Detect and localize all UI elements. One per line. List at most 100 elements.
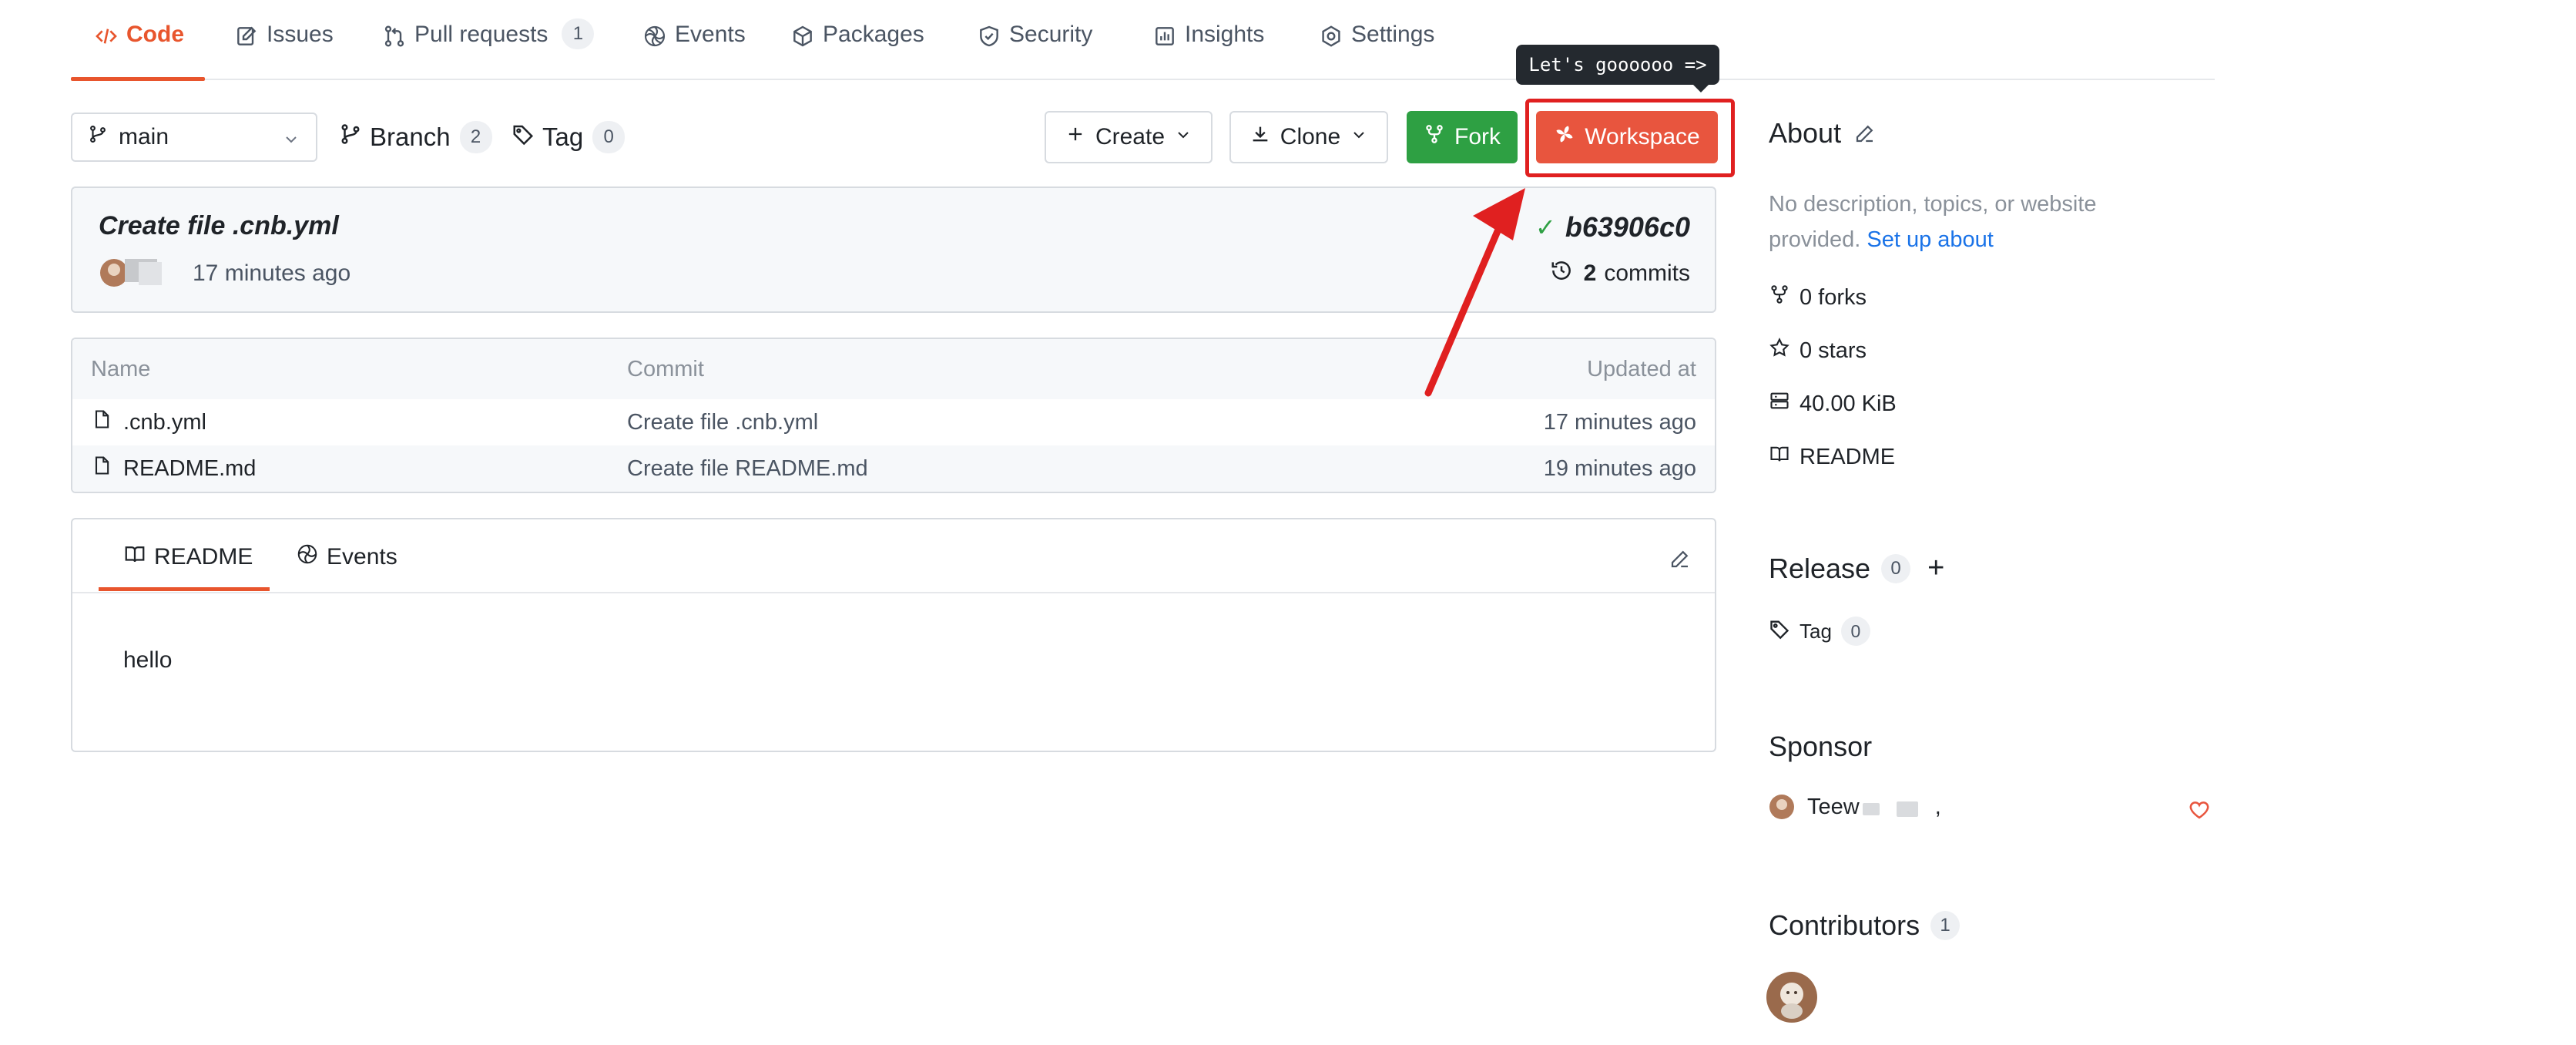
branch-icon	[88, 124, 119, 150]
commit-author-avatars[interactable]	[97, 254, 171, 288]
branch-label: Branch	[370, 123, 451, 151]
stars-count: 0 stars	[1800, 338, 1867, 363]
release-tag-link[interactable]: Tag 0	[1769, 617, 1870, 646]
contributor-avatar[interactable]	[1766, 971, 1818, 1023]
fork-label: Fork	[1454, 124, 1501, 150]
about-description: No description, topics, or website provi…	[1769, 186, 2169, 257]
book-icon	[123, 543, 154, 572]
events-icon	[296, 543, 327, 572]
tag-icon	[1769, 618, 1800, 645]
file-name-cell[interactable]: .cnb.yml	[91, 399, 206, 445]
tab-readme-label: README	[154, 544, 253, 570]
file-commit-message[interactable]: Create file .cnb.yml	[627, 399, 818, 445]
star-icon	[1769, 337, 1800, 365]
readme-link[interactable]: README	[1769, 443, 1895, 471]
file-icon	[91, 408, 123, 436]
plus-icon	[1065, 123, 1095, 151]
readme-tabs: README Events	[72, 519, 1715, 593]
shield-icon	[977, 24, 1001, 49]
sponsor-title: Sponsor	[1769, 731, 1873, 762]
branch-link[interactable]: Branch 2	[339, 117, 492, 157]
fork-button[interactable]: Fork	[1407, 111, 1518, 163]
storage-icon	[1769, 390, 1800, 418]
column-name: Name	[91, 356, 151, 381]
events-icon	[642, 24, 667, 49]
code-icon	[94, 24, 119, 49]
contributors-heading: Contributors 1	[1769, 909, 1961, 942]
tab-packages[interactable]: Packages	[790, 22, 924, 80]
tab-label: Pull requests	[414, 22, 548, 47]
about-title: About	[1769, 117, 1842, 149]
tab-insights[interactable]: Insights	[1152, 22, 1264, 80]
column-updated: Updated at	[1587, 356, 1696, 381]
commit-message[interactable]: Create file .cnb.yml	[99, 211, 339, 241]
insights-icon	[1152, 24, 1177, 49]
release-heading: Release 0 +	[1769, 552, 1944, 585]
release-count: 0	[1881, 553, 1911, 583]
release-title: Release	[1769, 552, 1871, 584]
add-release-icon[interactable]: +	[1927, 552, 1944, 585]
active-tab-underline	[99, 587, 270, 591]
table-row[interactable]: README.md Create file README.md 19 minut…	[72, 445, 1715, 492]
tag-link[interactable]: Tag 0	[512, 117, 626, 157]
setup-about-link[interactable]: Set up about	[1867, 227, 1993, 252]
download-icon	[1249, 123, 1280, 151]
file-name-cell[interactable]: README.md	[91, 445, 256, 492]
sponsor-suffix: ,	[1934, 794, 1941, 819]
tab-events[interactable]: Events	[642, 22, 746, 80]
chevron-down-icon	[1165, 124, 1192, 150]
clone-button[interactable]: Clone	[1229, 111, 1388, 163]
release-tag-label: Tag	[1800, 619, 1832, 643]
tag-label: Tag	[542, 123, 584, 151]
avatar	[1769, 794, 1795, 820]
create-label: Create	[1095, 124, 1166, 150]
edit-about-icon[interactable]	[1853, 122, 1877, 145]
package-icon	[790, 24, 815, 49]
commit-hash: b63906c0	[1565, 211, 1690, 243]
tab-readme[interactable]: README	[123, 543, 253, 572]
column-commit: Commit	[627, 356, 704, 381]
pull-request-count: 1	[562, 18, 595, 49]
branch-icon	[339, 123, 370, 152]
readme-content: hello	[123, 647, 173, 673]
tab-issues[interactable]: Issues	[234, 22, 334, 80]
commit-count: 2	[1583, 260, 1597, 286]
edit-readme-icon[interactable]	[1669, 547, 1692, 574]
fork-icon	[1769, 284, 1800, 311]
contributors-count: 1	[1930, 911, 1961, 940]
tag-icon	[512, 123, 542, 152]
repo-tab-nav: Code Issues Pull requests 1 Events Packa…	[71, 0, 2215, 81]
clone-label: Clone	[1280, 124, 1341, 150]
stars-stat[interactable]: 0 stars	[1769, 337, 1867, 365]
fork-icon	[1424, 123, 1454, 151]
tag-count: 0	[592, 121, 626, 153]
chevron-down-icon	[1340, 124, 1368, 150]
sponsor-item[interactable]: Teew ,	[1769, 794, 1941, 820]
tab-settings[interactable]: Settings	[1319, 22, 1434, 80]
tab-security[interactable]: Security	[977, 22, 1092, 80]
branch-selector[interactable]: main	[71, 113, 317, 162]
file-commit-message[interactable]: Create file README.md	[627, 445, 868, 492]
workspace-tooltip: Let's goooooo =>	[1516, 45, 1719, 85]
tab-pull-requests[interactable]: Pull requests 1	[382, 18, 595, 80]
tab-label: Packages	[823, 22, 924, 47]
about-heading: About	[1769, 117, 1877, 150]
tab-label: Security	[1009, 22, 1093, 47]
pull-request-icon	[382, 24, 407, 49]
branch-count: 2	[459, 121, 492, 153]
annotation-arrow	[1424, 188, 1525, 397]
create-button[interactable]: Create	[1045, 111, 1213, 163]
redacted-text	[1896, 801, 1918, 817]
readme-panel: README Events hello	[71, 518, 1716, 752]
issue-icon	[234, 24, 259, 49]
contributors-title: Contributors	[1769, 909, 1920, 941]
heart-icon[interactable]	[2188, 798, 2211, 825]
tab-events[interactable]: Events	[296, 543, 397, 572]
forks-stat[interactable]: 0 forks	[1769, 284, 1867, 311]
tab-label: Events	[675, 22, 746, 47]
commit-count-label: commits	[1604, 260, 1690, 286]
sponsor-heading: Sponsor	[1769, 731, 1872, 763]
tab-code[interactable]: Code	[94, 22, 184, 80]
repo-size: 40.00 KiB	[1800, 391, 1897, 416]
forks-count: 0 forks	[1800, 284, 1867, 310]
